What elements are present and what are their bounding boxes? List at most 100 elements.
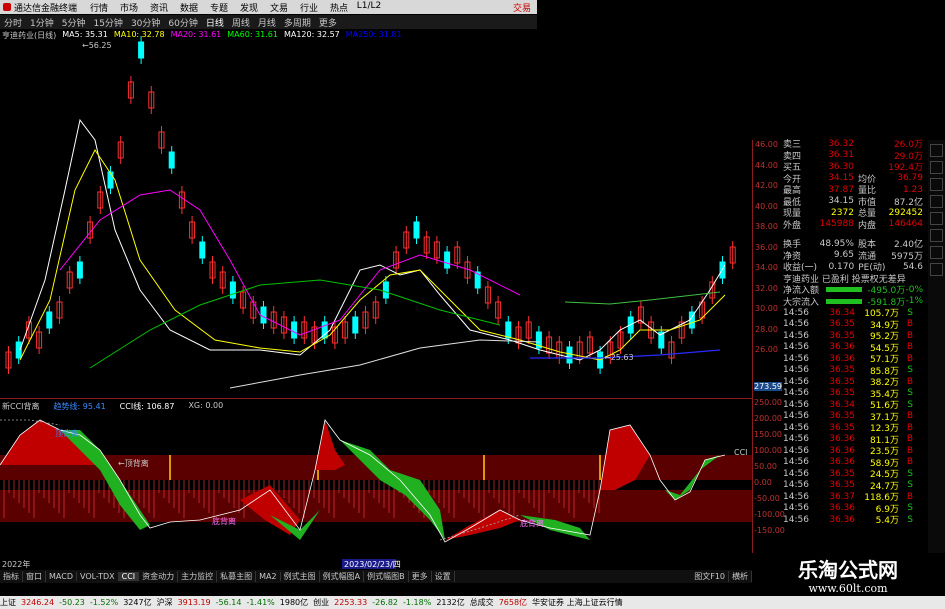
tick-row: 14:56 36.35 95.2万 B	[783, 330, 923, 343]
indicator-tab[interactable]: MA2	[256, 572, 281, 581]
tick-time: 14:56	[783, 365, 809, 376]
indicator-tab[interactable]: 私募主图	[217, 571, 257, 582]
tick-volume: 5.4万	[875, 516, 899, 527]
cci-axis-tick: 50.00	[754, 462, 777, 471]
tool-icon[interactable]	[930, 246, 943, 259]
menu-item[interactable]: 资讯	[144, 1, 174, 14]
tool-icon[interactable]	[930, 263, 943, 276]
tick-row: 14:56 36.36 5.4万 S	[783, 514, 923, 527]
tick-row: 14:56 36.37 118.6万 B	[783, 491, 923, 504]
indicator-tab[interactable]: 主力监控	[178, 571, 218, 582]
index-name: 创业	[313, 598, 330, 607]
flow-pct: -1%	[905, 296, 924, 307]
flow-key: 大宗流入	[783, 297, 820, 308]
period-tab-selected[interactable]: 日线	[202, 16, 228, 29]
tool-icon[interactable]	[930, 144, 943, 157]
tick-side: S	[907, 365, 913, 376]
index-amount: 1980亿	[279, 598, 309, 607]
period-tab[interactable]: 多周期	[280, 16, 315, 29]
period-tab[interactable]: 周线	[228, 16, 254, 29]
tick-row: 14:56 36.35 24.5万 S	[783, 468, 923, 481]
cci-axis-tick: 0.00	[754, 478, 772, 487]
indicator-tab-selected[interactable]: CCI	[118, 572, 140, 581]
menu-item[interactable]: 行情	[84, 1, 114, 14]
quote-value: 48.95%	[819, 238, 854, 249]
top-divergence-label: 顶背离	[55, 428, 79, 438]
menu-item[interactable]: 行业	[294, 1, 324, 14]
index-change: -56.14	[215, 598, 242, 607]
indicator-tab[interactable]: 窗口	[23, 571, 46, 582]
quote-value: 34.15	[828, 196, 854, 207]
menu-item[interactable]: 热点	[324, 1, 354, 14]
indicator-tab[interactable]: MACD	[46, 572, 77, 581]
tick-price: 36.37	[829, 491, 855, 502]
indicator-tab[interactable]: VOL-TDX	[77, 572, 119, 581]
menu-item[interactable]: 市场	[114, 1, 144, 14]
tick-time: 14:56	[783, 457, 809, 468]
indicator-tab[interactable]: 例式主图	[281, 571, 320, 582]
candlestick-chart[interactable]: ←56.25 ←25.63	[0, 30, 752, 398]
indicator-tab[interactable]: 更多	[409, 571, 432, 582]
price-axis-tick: 46.00	[755, 140, 778, 149]
market-status-bar: 上证 3246.24 -50.23 -1.52% 3247亿 沪深 3913.19 -56.1…	[0, 596, 945, 609]
period-tab[interactable]: 30分钟	[127, 16, 164, 29]
index-percent: -1.18%	[403, 598, 432, 607]
menu-item[interactable]: L1/L2	[354, 1, 384, 14]
period-tab[interactable]: 60分钟	[164, 16, 201, 29]
tick-time: 14:56	[783, 399, 809, 410]
indicator-tab[interactable]: 例式幅图B	[364, 571, 409, 582]
tool-icon[interactable]	[930, 212, 943, 225]
quote-value2: 192.4万	[888, 163, 923, 174]
tick-price: 36.35	[829, 468, 855, 479]
analysis-tab[interactable]: 横析	[729, 571, 752, 582]
indicator-tab[interactable]: 例式幅图A	[320, 571, 365, 582]
tick-time: 14:56	[783, 514, 809, 525]
tick-time: 14:56	[783, 480, 809, 491]
tick-side: B	[906, 376, 913, 387]
price-axis-tick: 30.00	[755, 304, 778, 313]
period-tab[interactable]: 月线	[254, 16, 280, 29]
flow-row: 大宗流入 -591.8万 -1%	[783, 296, 923, 308]
menu-item[interactable]: 专题	[204, 1, 234, 14]
index-amount: 3247亿	[123, 598, 152, 607]
period-tab[interactable]: 5分钟	[58, 16, 90, 29]
tick-row: 14:56 36.34 105.7万 S	[783, 307, 923, 320]
cci-indicator-chart[interactable]: 顶背离 ←顶背离 底背离 底背离 CCI 2022年 2023/02/23/四	[0, 410, 752, 570]
period-tab[interactable]: 15分钟	[89, 16, 126, 29]
menu-item[interactable]: 数据	[174, 1, 204, 14]
tick-side: S	[907, 399, 913, 410]
f10-tab[interactable]: 图文F10	[691, 571, 729, 582]
tick-price: 36.36	[829, 445, 855, 456]
tick-price: 36.34	[829, 399, 855, 410]
tool-icon[interactable]	[930, 195, 943, 208]
lower-band	[0, 490, 752, 522]
price-axis-tick: 38.00	[755, 222, 778, 231]
trade-button[interactable]: 交易	[513, 1, 537, 14]
tick-price: 36.35	[829, 411, 855, 422]
tick-side: B	[906, 319, 913, 330]
index-amount: 2132亿	[436, 598, 465, 607]
period-tab[interactable]: 分时	[0, 16, 26, 29]
tick-side: B	[906, 342, 913, 353]
price-axis-tick: 44.00	[755, 160, 778, 170]
tool-icon[interactable]	[930, 178, 943, 191]
indicator-tab[interactable]: 资金动力	[139, 571, 179, 582]
tick-price: 36.36	[829, 503, 855, 514]
index-value: 3913.19	[177, 598, 211, 607]
tick-row: 14:56 36.36 57.1万 B	[783, 353, 923, 366]
bottom-divergence-label: 底背离	[212, 516, 236, 526]
menu-item[interactable]: 文易	[264, 1, 294, 14]
tick-time: 14:56	[783, 491, 809, 502]
indicator-tab[interactable]: 设置	[432, 571, 455, 582]
period-tab[interactable]: 1分钟	[26, 16, 58, 29]
tick-price: 36.35	[829, 480, 855, 491]
cci-axis-tick: 250.00	[754, 398, 782, 407]
indicator-tab[interactable]: 指标	[0, 571, 23, 582]
menu-item[interactable]: 发现	[234, 1, 264, 14]
tool-icon[interactable]	[930, 229, 943, 242]
period-tab[interactable]: 更多	[315, 16, 341, 29]
tool-icon[interactable]	[930, 161, 943, 174]
status-broker: 华安证券 上海上证云行情	[532, 598, 623, 607]
period-toolbar: 分时 1分钟 5分钟 15分钟 30分钟 60分钟 日线 周线 月线 多周期 更…	[0, 15, 537, 29]
quote-value: 36.30	[828, 161, 854, 172]
